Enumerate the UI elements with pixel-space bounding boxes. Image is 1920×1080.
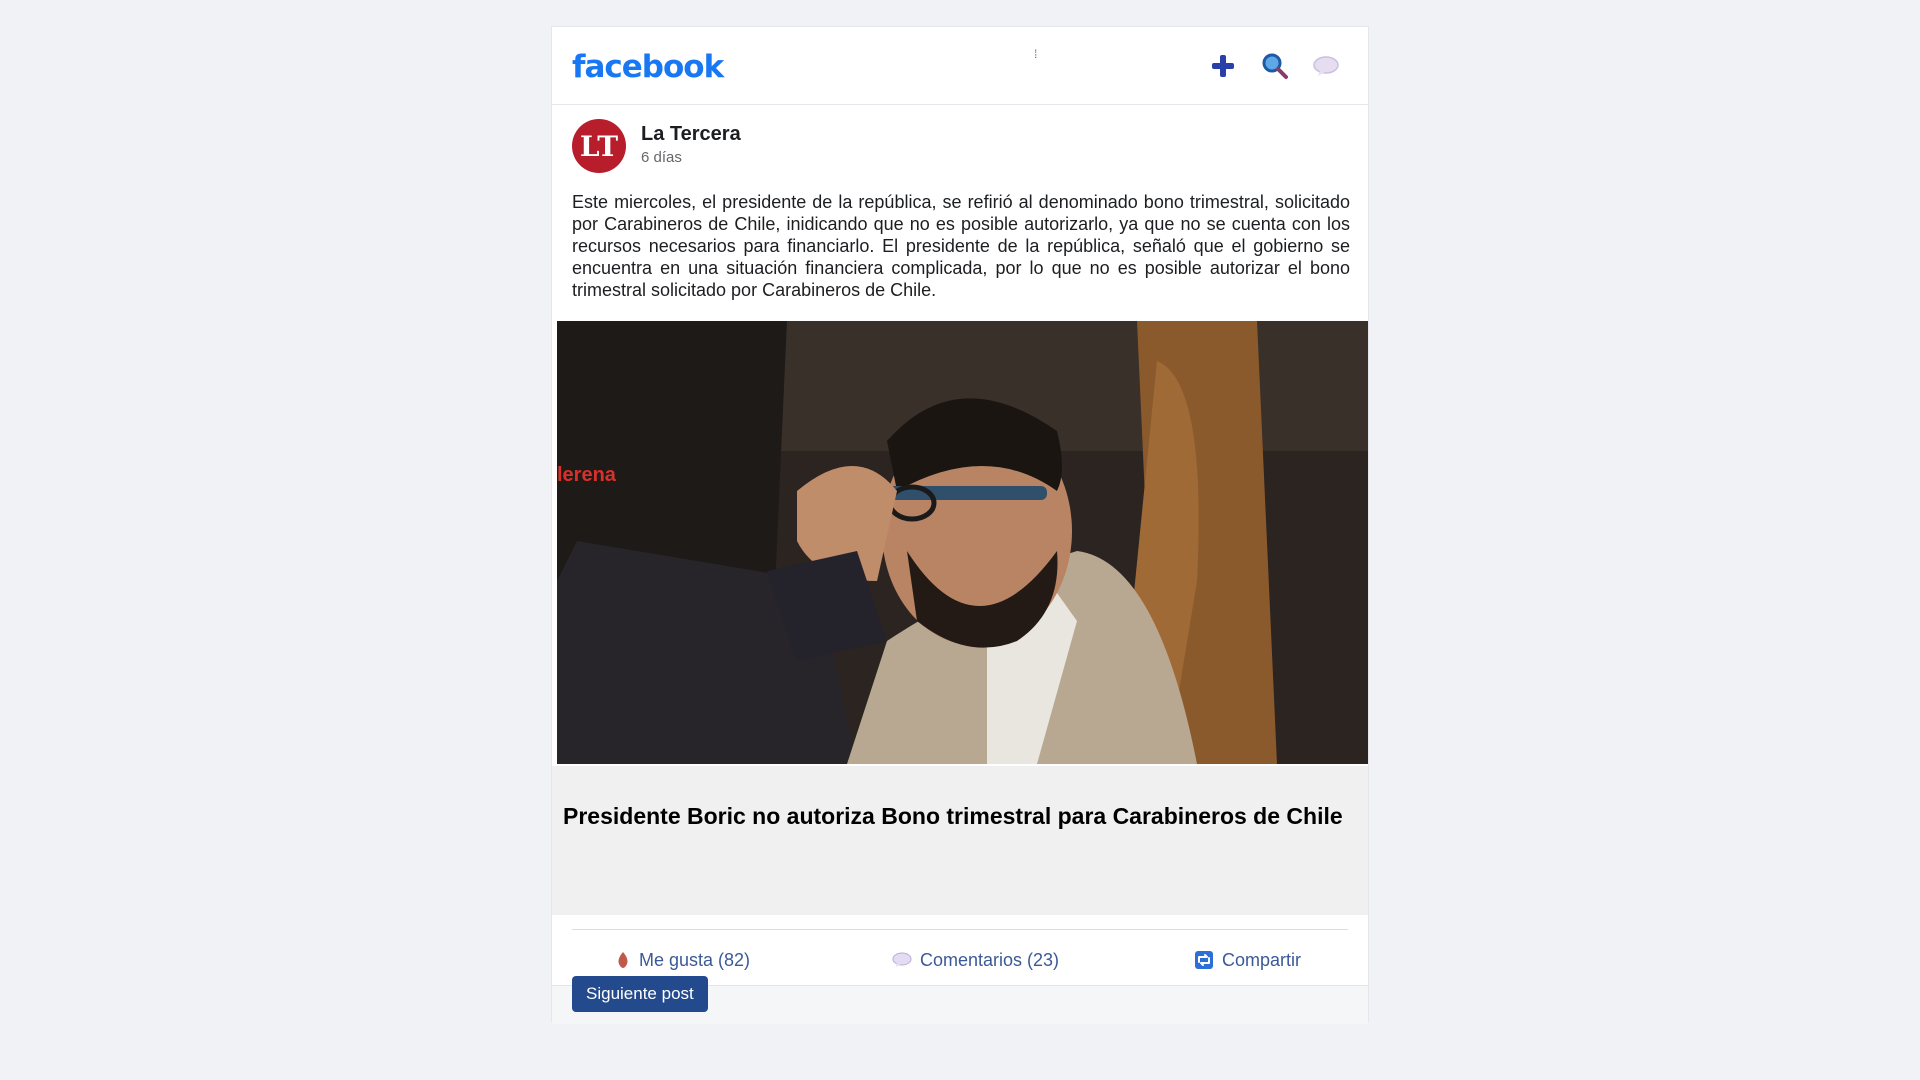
post-timestamp[interactable]: 6 días [641,149,682,166]
photo-illustration: lerena [557,321,1368,764]
plus-icon[interactable] [1206,49,1240,83]
top-bar: facebook ⁞ [552,27,1368,105]
share-icon [1195,951,1213,969]
like-button[interactable]: Me gusta (82) [615,945,750,975]
facebook-logo[interactable]: facebook [572,49,724,85]
post-card: facebook ⁞ LT La Tercera 6 días Este mie… [551,26,1369,1024]
like-icon [618,952,628,968]
status-dot-icon: ⁞ [1034,47,1038,61]
chat-bubble-icon[interactable] [1309,49,1343,83]
post-text: Este miercoles, el presidente de la repú… [572,192,1350,300]
link-preview[interactable]: Presidente Boric no autoriza Bono trimes… [552,766,1368,915]
link-title[interactable]: Presidente Boric no autoriza Bono trimes… [563,802,1353,830]
comment-button[interactable]: Comentarios (23) [892,945,1059,975]
search-icon[interactable] [1258,49,1292,83]
share-label: Compartir [1222,949,1302,970]
share-button[interactable]: Compartir [1194,945,1301,975]
comment-icon [892,952,912,967]
divider [572,929,1348,930]
post-header: LT La Tercera 6 días [572,119,1352,175]
like-label: Me gusta (82) [639,949,751,970]
avatar[interactable]: LT [572,119,626,173]
comment-label: Comentarios (23) [920,949,1060,970]
photo-overlay-text: lerena [557,464,617,486]
post-photo[interactable]: lerena [557,321,1368,764]
next-post-button[interactable]: Siguiente post [572,976,708,1012]
page-name[interactable]: La Tercera [641,123,741,146]
